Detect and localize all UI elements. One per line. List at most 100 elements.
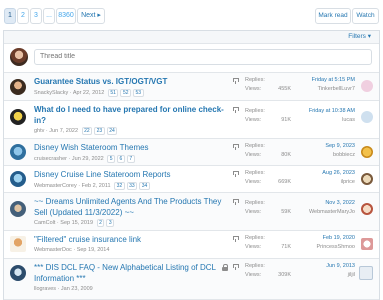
sticky-pin-icon	[232, 171, 239, 177]
last-post-date[interactable]: Aug 26, 2023	[322, 170, 355, 176]
replies-label: Replies:	[245, 263, 265, 269]
views-label: Views:	[245, 209, 262, 215]
views-label: Views:	[245, 117, 262, 123]
thread-date: Jan 23, 2009	[60, 286, 93, 292]
thread-meta: WebmasterDoc · Sep 19, 2014	[34, 247, 110, 253]
thread-page-link[interactable]: 6	[117, 155, 125, 163]
views-label: Views:	[245, 152, 262, 158]
thread-title-input[interactable]	[34, 49, 372, 65]
author-avatar[interactable]	[10, 265, 26, 281]
thread-author[interactable]: llograves	[34, 286, 56, 292]
thread-row[interactable]: Disney Wish Stateroom Themes cruisecrash…	[4, 139, 379, 166]
thread-title-link[interactable]: What do I need to have prepared for onli…	[34, 105, 229, 126]
last-poster-avatar[interactable]	[359, 266, 373, 280]
thread-row[interactable]: *** DIS DCL FAQ - New Alphabetical Listi…	[4, 259, 379, 300]
mark-read-button[interactable]: Mark read	[315, 8, 351, 24]
filter-bar: Filters ▾	[4, 31, 379, 44]
thread-title-link[interactable]: ~~ Dreams Unlimited Agents And The Produ…	[34, 197, 229, 218]
thread-author[interactable]: WebmasterDoc	[34, 247, 72, 253]
last-post-user[interactable]: PrincessShmoo	[316, 244, 355, 250]
thread-title-link[interactable]: *** DIS DCL FAQ - New Alphabetical Listi…	[34, 263, 222, 284]
filters-dropdown[interactable]: Filters ▾	[348, 32, 371, 40]
thread-page-link[interactable]: 51	[107, 89, 119, 97]
thread-page-link[interactable]: 24	[106, 127, 118, 135]
last-post-date[interactable]: Feb 19, 2020	[323, 235, 355, 241]
last-post-date[interactable]: Friday at 5:15 PM	[312, 77, 355, 83]
views-value: 91K	[281, 117, 291, 123]
thread-date: Jun 7, 2022	[49, 128, 79, 134]
thread-title-link[interactable]: Guarantee Status vs. IGT/OGT/VGT	[34, 77, 224, 88]
thread-page-link[interactable]: 34	[139, 182, 150, 190]
sticky-pin-icon	[232, 107, 239, 113]
author-avatar[interactable]	[10, 144, 26, 160]
last-post-user[interactable]: bobbiecz	[333, 152, 355, 158]
page-ellipsis-button[interactable]: ...	[43, 8, 55, 24]
sticky-pin-icon	[232, 236, 239, 242]
thread-row[interactable]: ~~ Dreams Unlimited Agents And The Produ…	[4, 193, 379, 231]
thread-page-link[interactable]: 52	[120, 89, 131, 97]
author-avatar[interactable]	[10, 236, 26, 252]
thread-date: Feb 2, 2011	[81, 183, 111, 189]
sticky-pin-icon	[232, 78, 239, 84]
views-value: 71K	[281, 244, 291, 250]
views-value: 455K	[278, 86, 291, 92]
thread-author[interactable]: CamColt	[34, 220, 55, 226]
thread-row[interactable]: "Filtered" cruise insurance link Webmast…	[4, 231, 379, 259]
last-post-user[interactable]: ilprice	[341, 179, 355, 185]
thread-page-link[interactable]: 53	[133, 89, 144, 97]
views-label: Views:	[245, 244, 262, 250]
thread-page-link[interactable]: 23	[94, 127, 105, 135]
thread-row[interactable]: Guarantee Status vs. IGT/OGT/VGT SnackyS…	[4, 73, 379, 101]
replies-label: Replies:	[245, 77, 265, 83]
page-3-button[interactable]: 3	[30, 8, 42, 24]
thread-page-link[interactable]: 7	[126, 155, 135, 163]
new-thread-row	[4, 44, 379, 73]
thread-meta: WebmasterCorey · Feb 2, 2011 32 33 34	[34, 182, 150, 190]
thread-meta: SnackySlacky · Apr 22, 2012 51 52 53	[34, 89, 144, 97]
thread-author[interactable]: SnackySlacky	[34, 90, 68, 96]
views-value: 59K	[281, 209, 291, 215]
thread-title-link[interactable]: "Filtered" cruise insurance link	[34, 235, 224, 246]
watch-button[interactable]: Watch	[352, 8, 379, 24]
thread-author[interactable]: WebmasterCorey	[34, 183, 77, 189]
thread-page-link[interactable]: 3	[106, 219, 115, 227]
last-post-date[interactable]: Nov 3, 2022	[325, 200, 355, 206]
last-post-user[interactable]: WebmasterMaryJo	[309, 209, 355, 215]
last-poster-avatar[interactable]	[361, 111, 373, 123]
last-post-user[interactable]: jiljil	[348, 272, 355, 278]
thread-author[interactable]: cruisecrasher	[34, 156, 67, 162]
thread-page-link[interactable]: 22	[81, 127, 93, 135]
author-avatar[interactable]	[10, 79, 26, 95]
last-post-user[interactable]: TinkerbellLuvr7	[318, 86, 355, 92]
thread-page-link[interactable]: 33	[126, 182, 138, 190]
author-avatar[interactable]	[10, 171, 26, 187]
author-avatar[interactable]	[10, 201, 26, 217]
page-2-button[interactable]: 2	[17, 8, 29, 24]
thread-row[interactable]: What do I need to have prepared for onli…	[4, 101, 379, 139]
replies-label: Replies:	[245, 108, 265, 114]
last-post-user[interactable]: lucas	[342, 117, 355, 123]
last-poster-avatar[interactable]	[361, 173, 373, 185]
thread-author[interactable]: ghtv	[34, 128, 44, 134]
last-poster-avatar[interactable]	[361, 146, 373, 158]
last-post-date[interactable]: Friday at 10:38 AM	[309, 108, 355, 114]
thread-date: Jun 29, 2022	[71, 156, 104, 162]
thread-page-link[interactable]: 2	[96, 219, 105, 227]
thread-title-link[interactable]: Disney Wish Stateroom Themes	[34, 143, 224, 154]
thread-title-link[interactable]: Disney Cruise Line Stateroom Reports	[34, 170, 224, 181]
lock-icon	[222, 264, 228, 271]
thread-page-link[interactable]: 5	[107, 155, 116, 163]
thread-page-link[interactable]: 32	[114, 182, 125, 190]
last-poster-avatar[interactable]	[361, 80, 373, 92]
last-post-date[interactable]: Jun 9, 2013	[326, 263, 355, 269]
author-avatar[interactable]	[10, 109, 26, 125]
page-1-button[interactable]: 1	[4, 8, 16, 24]
views-value: 80K	[281, 152, 291, 158]
last-post-date[interactable]: Sep 9, 2023	[325, 143, 355, 149]
page-last-button[interactable]: 8360	[56, 8, 76, 24]
thread-list: Filters ▾ Guarantee Status vs. IGT/OGT/V…	[3, 30, 380, 300]
last-poster-avatar[interactable]	[361, 238, 373, 250]
thread-row[interactable]: Disney Cruise Line Stateroom Reports Web…	[4, 166, 379, 193]
last-poster-avatar[interactable]	[361, 203, 373, 215]
next-page-button[interactable]: Next ▸	[77, 8, 105, 24]
